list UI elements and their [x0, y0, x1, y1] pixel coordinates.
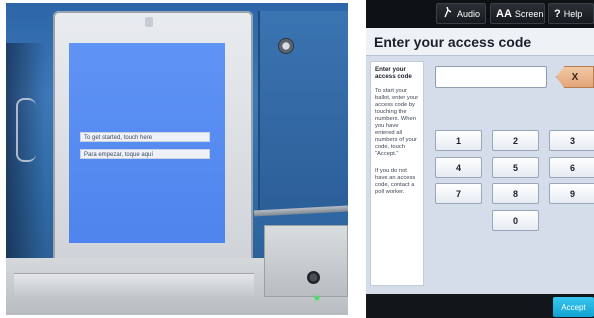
help-icon: ?	[554, 7, 561, 20]
text-size-icon: AA	[496, 7, 512, 20]
machine-lock-knob	[278, 38, 294, 54]
key-9[interactable]: 9	[549, 183, 594, 204]
page-title: Enter your access code	[374, 34, 532, 50]
no-code-help-text: If you do not have an access code, conta…	[375, 168, 416, 195]
start-button-spanish[interactable]: Para empezar, toque aquí	[80, 149, 210, 159]
accept-button[interactable]: Accept	[553, 297, 594, 317]
key-4[interactable]: 4	[435, 157, 482, 178]
status-led	[315, 296, 319, 300]
machine-side-panel	[258, 11, 348, 211]
screen-label: Screen	[514, 8, 544, 19]
audio-icon	[442, 6, 454, 21]
help-label: Help	[563, 8, 583, 19]
key-5[interactable]: 5	[492, 157, 539, 178]
key-0[interactable]: 0	[492, 210, 539, 231]
instructions-text: To start your ballot, enter your access …	[375, 88, 419, 157]
key-7[interactable]: 7	[435, 183, 482, 204]
kiosk-screen: Audio AA Screen ? Help Enter your access…	[366, 0, 594, 318]
screen-button[interactable]: AA Screen	[490, 3, 545, 24]
card-reader-box	[264, 225, 348, 297]
machine-screen	[69, 43, 225, 243]
key-1[interactable]: 1	[435, 130, 482, 151]
start-button-english[interactable]: To get started, touch here	[80, 132, 210, 142]
access-code-input[interactable]	[435, 66, 547, 88]
cable	[16, 98, 36, 162]
help-button[interactable]: ? Help	[548, 3, 594, 24]
key-6[interactable]: 6	[549, 157, 594, 178]
audio-button[interactable]: Audio	[436, 3, 486, 24]
ballot-slot	[14, 273, 254, 296]
audio-label: Audio	[457, 8, 481, 19]
key-2[interactable]: 2	[492, 130, 539, 151]
key-8[interactable]: 8	[492, 183, 539, 204]
title-bar: Enter your access code	[366, 28, 594, 56]
instructions-panel: Enter your access code To start your bal…	[370, 61, 424, 286]
voting-machine-photo: To get started, touch here Para empezar,…	[6, 3, 348, 315]
bezel-logo	[145, 17, 153, 27]
card-reader-knob	[307, 271, 320, 284]
top-toolbar: Audio AA Screen ? Help	[366, 0, 594, 28]
photo-shadow	[6, 43, 46, 293]
instructions-heading: Enter your access code	[375, 66, 412, 80]
key-3[interactable]: 3	[549, 130, 594, 151]
